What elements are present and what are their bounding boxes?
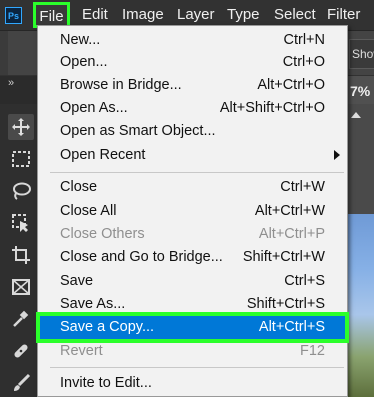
show-transform-controls-button[interactable]: Show [349, 39, 374, 69]
menu-item-label: Open... [60, 54, 108, 70]
menu-item-close-all[interactable]: Close All Alt+Ctrl+W [39, 200, 346, 222]
scroll-up-arrow-icon[interactable] [351, 112, 361, 118]
options-bar-grip[interactable] [0, 31, 8, 75]
brush-tool-icon[interactable] [8, 370, 34, 396]
healing-brush-tool-icon[interactable] [8, 338, 34, 364]
menu-item-open-as-smart-object[interactable]: Open as Smart Object... [39, 120, 346, 142]
menu-item-shortcut: Alt+Ctrl+O [257, 77, 325, 93]
menu-item-shortcut: Ctrl+S [284, 273, 325, 289]
menu-item-shortcut: Ctrl+W [280, 179, 325, 195]
eyedropper-tool-icon[interactable] [8, 306, 34, 332]
menu-item-shortcut: F12 [300, 343, 325, 359]
menu-item-open-recent[interactable]: Open Recent [39, 144, 346, 166]
menu-item-open-as[interactable]: Open As... Alt+Shift+Ctrl+O [39, 97, 346, 119]
menu-item-label: Close Others [60, 226, 145, 242]
menu-item-label: Open Recent [60, 147, 146, 163]
tools-panel [0, 104, 38, 397]
menu-item-label: Browse in Bridge... [60, 77, 182, 93]
menu-separator [50, 367, 344, 368]
menu-item-label: Save a Copy... [60, 319, 155, 335]
menu-item-open[interactable]: Open... Ctrl+O [39, 51, 346, 73]
lasso-tool-icon[interactable] [8, 178, 34, 204]
menu-item-label: Close and Go to Bridge... [60, 249, 223, 265]
menu-item-invite-to-edit[interactable]: Invite to Edit... [39, 372, 346, 394]
menu-item-label: Close All [60, 203, 117, 219]
menu-item-new[interactable]: New... Ctrl+N [39, 29, 346, 51]
menu-item-save-as[interactable]: Save As... Shift+Ctrl+S [39, 293, 346, 315]
menu-item-shortcut: Ctrl+O [282, 54, 325, 70]
frame-tool-icon[interactable] [8, 274, 34, 300]
marquee-tool-icon[interactable] [8, 146, 34, 172]
document-tab[interactable]: 7% [347, 76, 374, 106]
menu-item-label: Revert [60, 343, 103, 359]
menu-item-label: Invite to Edit... [60, 375, 152, 391]
menu-item-shortcut: Ctrl+N [283, 32, 326, 48]
menu-item-label: Open as Smart Object... [60, 123, 216, 139]
collapse-panels-icon[interactable]: » [8, 77, 14, 89]
object-selection-tool-icon[interactable] [8, 210, 34, 236]
canvas-image [345, 214, 374, 397]
menu-item-label: Close [60, 179, 98, 195]
menu-item-revert: Revert F12 [39, 340, 346, 362]
menu-separator [50, 172, 344, 173]
menu-item-shortcut: Alt+Ctrl+S [258, 319, 325, 335]
menu-item-browse-in-bridge[interactable]: Browse in Bridge... Alt+Ctrl+O [39, 74, 346, 96]
menu-item-shortcut: Alt+Ctrl+P [258, 226, 325, 242]
menu-item-close-and-go-to-bridge[interactable]: Close and Go to Bridge... Shift+Ctrl+W [39, 246, 346, 268]
crop-tool-icon[interactable] [8, 242, 34, 268]
menu-item-shortcut: Shift+Ctrl+S [246, 296, 325, 312]
file-menu-dropdown: New... Ctrl+N Open... Ctrl+O Browse in B… [36, 25, 349, 397]
menu-item-shortcut: Alt+Shift+Ctrl+O [219, 100, 325, 116]
menu-item-label: Save As... [60, 296, 126, 312]
submenu-arrow-icon [334, 150, 340, 160]
menu-item-shortcut: Alt+Ctrl+W [254, 203, 325, 219]
menu-item-close[interactable]: Close Ctrl+W [39, 176, 346, 198]
move-tool-icon[interactable] [8, 114, 34, 140]
photoshop-logo-icon: Ps [5, 7, 22, 24]
menu-item-label: Save [60, 273, 94, 289]
menu-item-label: New... [60, 32, 101, 48]
menu-item-save[interactable]: Save Ctrl+S [39, 270, 346, 292]
menu-item-label: Open As... [60, 100, 128, 116]
menu-item-save-a-copy[interactable]: Save a Copy... Alt+Ctrl+S [36, 312, 349, 343]
menu-item-shortcut: Shift+Ctrl+W [242, 249, 325, 265]
menu-item-close-others: Close Others Alt+Ctrl+P [39, 223, 346, 245]
